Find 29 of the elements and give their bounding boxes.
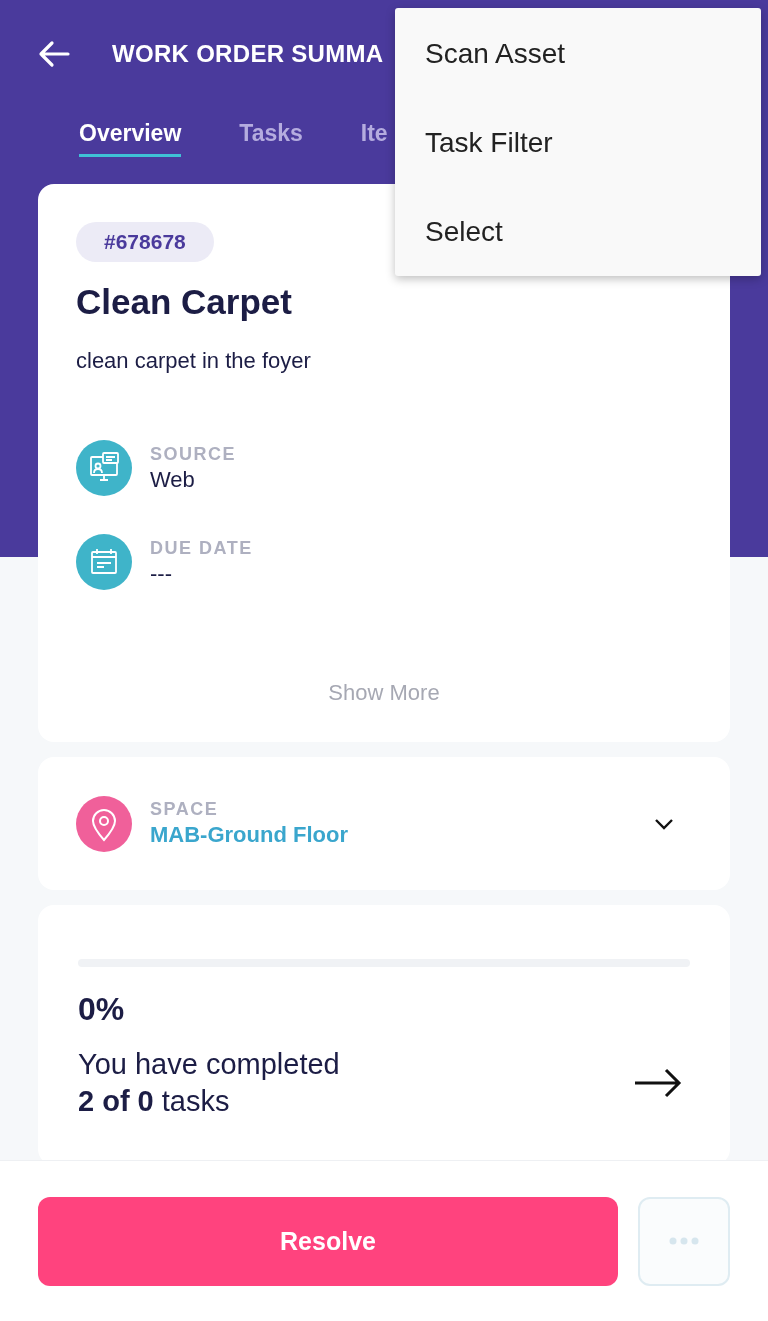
show-more-link[interactable]: Show More xyxy=(328,680,440,706)
chevron-down-icon[interactable] xyxy=(654,817,674,830)
tab[interactable]: Overview xyxy=(79,107,182,157)
tab[interactable]: Ite xyxy=(360,107,388,157)
ellipsis-icon xyxy=(669,1237,699,1245)
field-label: SOURCE xyxy=(150,443,236,465)
work-order-title: Clean Carpet xyxy=(76,282,292,322)
menu-item[interactable]: Task Filter xyxy=(395,98,761,187)
space-value: MAB-Ground Floor xyxy=(150,822,348,848)
monitor-chat-icon xyxy=(76,440,132,496)
menu-item[interactable]: Scan Asset xyxy=(395,9,761,98)
location-pin-icon xyxy=(76,795,132,852)
order-number-badge: #678678 xyxy=(76,222,214,262)
calendar-icon xyxy=(76,534,132,590)
arrow-right-icon[interactable] xyxy=(634,1068,682,1098)
back-arrow-icon[interactable] xyxy=(38,39,70,68)
space-card[interactable]: SPACE MAB-Ground Floor xyxy=(38,757,730,890)
space-label: SPACE xyxy=(150,799,220,820)
field-label: DUE DATE xyxy=(150,537,253,559)
field-value: Web xyxy=(150,466,196,493)
menu-item[interactable]: Select xyxy=(395,187,761,276)
tab[interactable]: Tasks xyxy=(239,107,303,157)
resolve-button[interactable]: Resolve xyxy=(38,1196,618,1286)
screen-title: WORK ORDER SUMMA xyxy=(112,39,384,68)
field-value: --- xyxy=(150,560,173,587)
work-order-description: clean carpet in the foyer xyxy=(76,348,311,374)
progress-percent: 0% xyxy=(78,991,126,1028)
tasks-count: 2 of 0 tasks xyxy=(78,1085,231,1118)
progress-text: You have completed xyxy=(78,1048,340,1081)
